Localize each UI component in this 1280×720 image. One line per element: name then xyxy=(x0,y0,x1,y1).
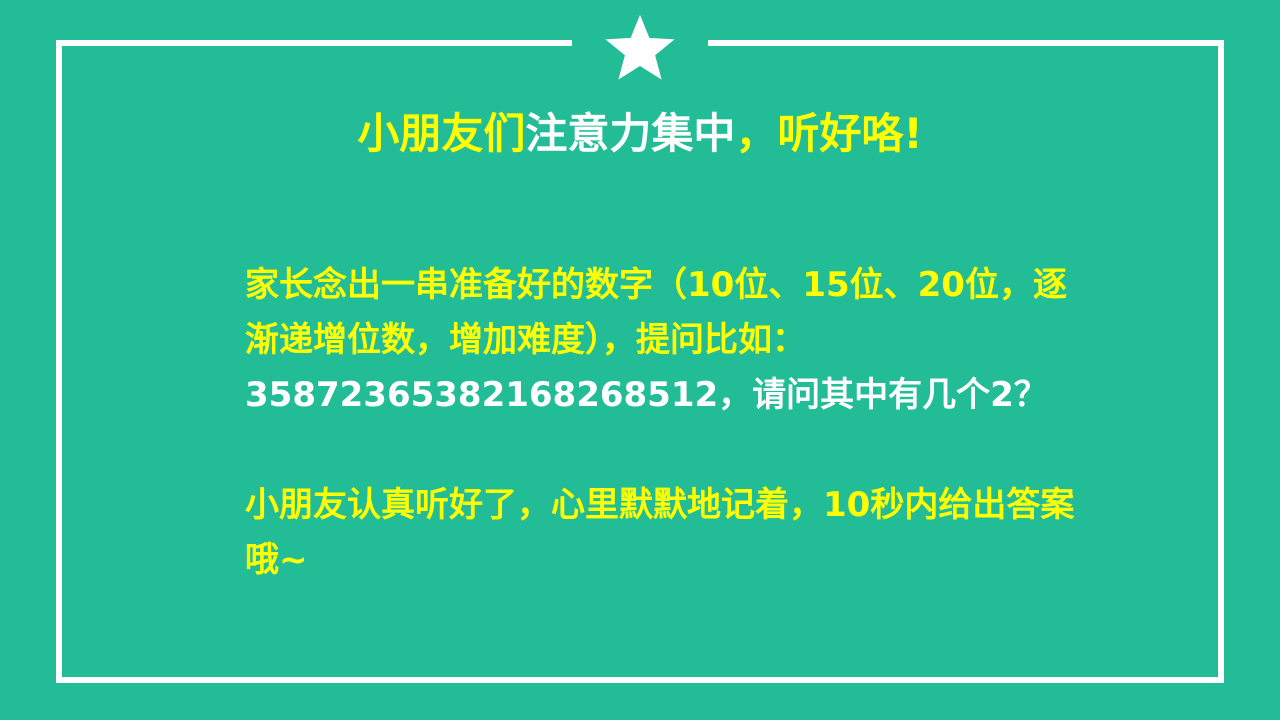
instruction-paragraph-1: 家长念出一串准备好的数字（10位、15位、20位，逐渐递增位数，增加难度），提问… xyxy=(245,258,1075,423)
frame-bottom-border xyxy=(56,677,1224,683)
title-part-3: ，听好咯! xyxy=(735,109,923,158)
title-part-1: 小朋友们 xyxy=(357,109,526,158)
instruction-text: 家长念出一串准备好的数字（10位、15位、20位，逐渐递增位数，增加难度），提问… xyxy=(245,258,1075,588)
slide: 小朋友们注意力集中，听好咯! 家长念出一串准备好的数字（10位、15位、20位，… xyxy=(0,0,1280,720)
frame-top-right-border xyxy=(708,40,1224,46)
instruction-paragraph-2: 小朋友认真听好了，心里默默地记着，10秒内给出答案哦~ xyxy=(245,485,1075,580)
title-part-2: 注意力集中 xyxy=(525,109,736,158)
instruction-paragraph-1-part-1: 家长念出一串准备好的数字（10位、15位、20位，逐渐递增位数，增加难度），提问… xyxy=(245,265,1067,360)
page-title: 小朋友们注意力集中，听好咯! xyxy=(0,106,1280,162)
instruction-paragraph-1-part-2: 3587236538216826851​2，请问其中有几个2？ xyxy=(245,375,1048,415)
star-icon xyxy=(605,14,675,80)
frame-top-left-border xyxy=(56,40,572,46)
